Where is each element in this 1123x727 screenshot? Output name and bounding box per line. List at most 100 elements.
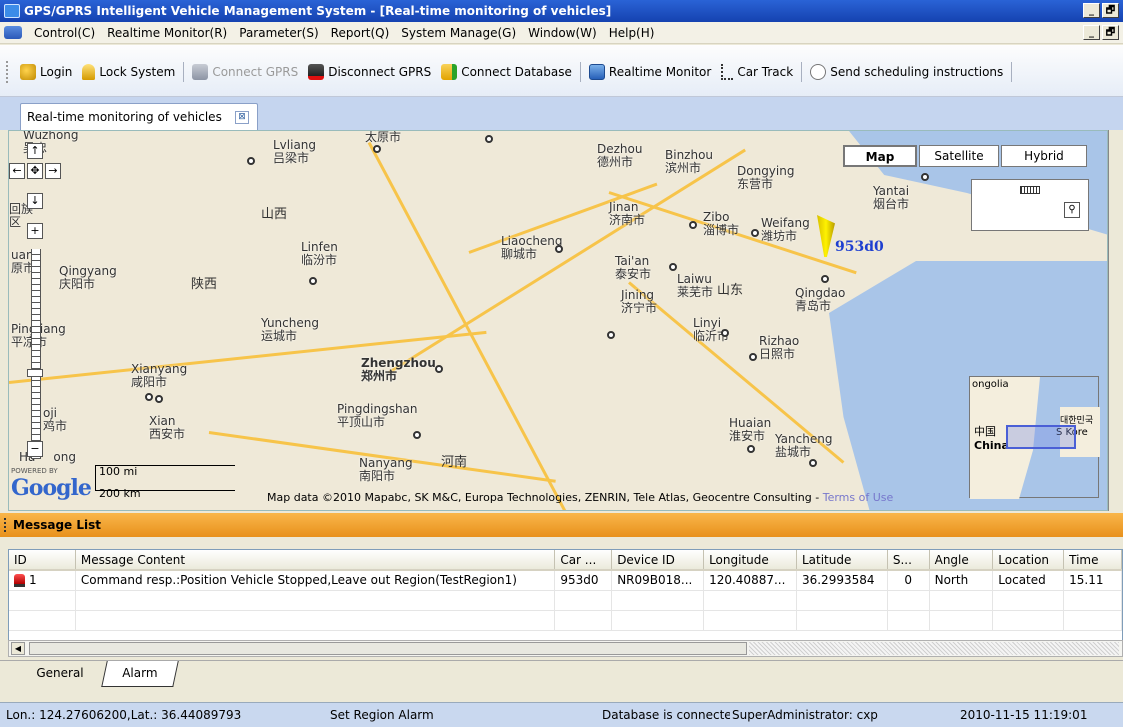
disconnect-icon xyxy=(308,64,325,80)
city-label: Laiwu 莱芜市 xyxy=(677,272,714,299)
login-button[interactable]: Login xyxy=(15,61,77,83)
column-header[interactable]: Device ID xyxy=(611,550,705,571)
city-dot xyxy=(809,459,817,467)
toolbar-grip[interactable] xyxy=(6,61,9,83)
disconnect-gprs-button[interactable]: Disconnect GPRS xyxy=(303,61,436,83)
column-header[interactable]: Car ... xyxy=(554,550,613,571)
tab-alarm[interactable]: Alarm xyxy=(101,661,179,687)
ruler-icon[interactable] xyxy=(1020,186,1040,194)
panel-grip[interactable] xyxy=(4,518,7,532)
scrollbar-thumb[interactable] xyxy=(29,642,747,655)
pan-down-button[interactable]: ↓ xyxy=(27,193,43,209)
car-track-button[interactable]: Car Track xyxy=(716,61,798,83)
zoom-out-button[interactable]: − xyxy=(27,441,43,457)
message-list-header: Message List xyxy=(0,513,1123,537)
vehicle-marker-icon[interactable] xyxy=(817,215,835,257)
table-cell: 120.40887... xyxy=(703,570,797,591)
column-header[interactable]: Location xyxy=(992,550,1065,571)
child-minimize-button[interactable]: _ xyxy=(1083,25,1100,40)
pan-center-button[interactable]: ✥ xyxy=(27,163,43,179)
menu-system-manage[interactable]: System Manage(G) xyxy=(395,26,522,40)
map-tools-panel: ⚲ xyxy=(971,179,1089,231)
child-restore-button[interactable]: 🗗 xyxy=(1102,25,1119,40)
menu-parameter[interactable]: Parameter(S) xyxy=(233,26,324,40)
map-side-border xyxy=(1108,130,1123,511)
zoom-slider-handle[interactable] xyxy=(27,369,43,377)
city-dot xyxy=(309,277,317,285)
separator xyxy=(1011,62,1013,82)
table-cell: 1 xyxy=(9,570,76,591)
city-dot xyxy=(749,353,757,361)
city-label: Weifang 潍坊市 xyxy=(761,216,810,243)
city-dot xyxy=(413,431,421,439)
province-label: 山东 xyxy=(717,283,744,298)
table-row[interactable]: 1 Command resp.:Position Vehicle Stopped… xyxy=(9,570,1122,591)
car-icon xyxy=(4,26,22,39)
table-row[interactable] xyxy=(9,590,1122,611)
city-label: Jining 济宁市 xyxy=(621,288,658,315)
city-label: Zhengzhou 郑州市 xyxy=(361,356,436,383)
connect-database-button[interactable]: Connect Database xyxy=(436,61,577,83)
send-scheduling-button[interactable]: Send scheduling instructions xyxy=(805,61,1008,83)
column-header[interactable]: Longitude xyxy=(703,550,797,571)
minimap-label: China xyxy=(974,439,1009,452)
pan-right-button[interactable]: → xyxy=(45,163,61,179)
zoom-slider[interactable] xyxy=(31,249,41,459)
terms-of-use-link[interactable]: Terms of Use xyxy=(823,491,894,504)
status-database: Database is connected xyxy=(602,708,730,722)
province-label: 河南 xyxy=(441,455,468,470)
key-icon xyxy=(20,64,36,80)
column-header[interactable]: Angle xyxy=(929,550,994,571)
pin-icon[interactable]: ⚲ xyxy=(1064,202,1080,218)
status-datetime: 2010-11-15 11:19:01 xyxy=(960,708,1088,722)
lock-label: Lock System xyxy=(99,65,176,79)
status-coordinates: Lon.: 124.27606200,Lat.: 36.44089793 xyxy=(6,708,242,722)
minimap-label: ongolia xyxy=(972,379,1009,390)
menu-control[interactable]: Control(C) xyxy=(28,26,101,40)
menu-realtime-monitor[interactable]: Realtime Monitor(R) xyxy=(101,26,233,40)
table-row[interactable] xyxy=(9,610,1122,631)
menu-help[interactable]: Help(H) xyxy=(603,26,661,40)
map-type-satellite-button[interactable]: Satellite xyxy=(919,145,999,167)
connect-gprs-button[interactable]: Connect GPRS xyxy=(187,61,303,83)
map-attribution: Map data ©2010 Mapabc, SK M&C, Europa Te… xyxy=(267,491,894,504)
column-header[interactable]: ID xyxy=(9,550,76,571)
tab-realtime-monitoring[interactable]: Real-time monitoring of vehicles ⊠ xyxy=(20,103,258,130)
city-dot xyxy=(751,229,759,237)
lock-system-button[interactable]: Lock System xyxy=(77,61,180,83)
column-header[interactable]: Message Content xyxy=(75,550,556,571)
overview-minimap[interactable]: ongolia 대한민국 中国 China S Kore xyxy=(969,376,1100,499)
column-header[interactable]: S... xyxy=(887,550,930,571)
horizontal-scrollbar[interactable]: ◀ xyxy=(8,640,1123,657)
alarm-light-icon xyxy=(14,574,25,588)
map-type-map-button[interactable]: Map xyxy=(843,145,917,167)
lock-icon xyxy=(82,64,96,80)
menu-report[interactable]: Report(Q) xyxy=(325,26,396,40)
realtime-monitor-label: Realtime Monitor xyxy=(608,65,712,79)
pan-left-button[interactable]: ← xyxy=(9,163,25,179)
scrollbar-track[interactable] xyxy=(749,642,1119,655)
tab-general[interactable]: General xyxy=(20,661,100,687)
monitor-icon xyxy=(588,64,605,80)
database-icon xyxy=(441,64,458,80)
minimize-button[interactable]: _ xyxy=(1083,3,1100,18)
column-header[interactable]: Latitude xyxy=(796,550,888,571)
column-header[interactable]: Time xyxy=(1063,550,1122,571)
track-icon xyxy=(721,64,734,80)
document-tab-bar: Real-time monitoring of vehicles ⊠ xyxy=(0,97,1123,130)
close-tab-icon[interactable]: ⊠ xyxy=(235,110,249,124)
zoom-in-button[interactable]: + xyxy=(27,223,43,239)
powered-by-label: POWERED BY xyxy=(11,467,58,475)
city-dot xyxy=(435,365,443,373)
menu-window[interactable]: Window(W) xyxy=(522,26,603,40)
map-type-hybrid-button[interactable]: Hybrid xyxy=(1001,145,1087,167)
message-grid[interactable]: ID Message Content Car ... Device ID Lon… xyxy=(8,549,1123,641)
scroll-left-arrow-icon[interactable]: ◀ xyxy=(11,642,25,655)
city-label: Dongying 东营市 xyxy=(737,164,795,191)
restore-button[interactable]: 🗗 xyxy=(1102,3,1119,18)
realtime-monitor-button[interactable]: Realtime Monitor xyxy=(584,61,716,83)
map-view[interactable]: 山西 陕西 山东 河南 Wuzhong吴忠 Lvliang吕梁市 太原市 Dez… xyxy=(8,130,1108,511)
city-label: Jinan 济南市 xyxy=(609,200,646,227)
pan-up-button[interactable]: ↑ xyxy=(27,143,43,159)
minimap-viewport[interactable] xyxy=(1006,425,1076,449)
